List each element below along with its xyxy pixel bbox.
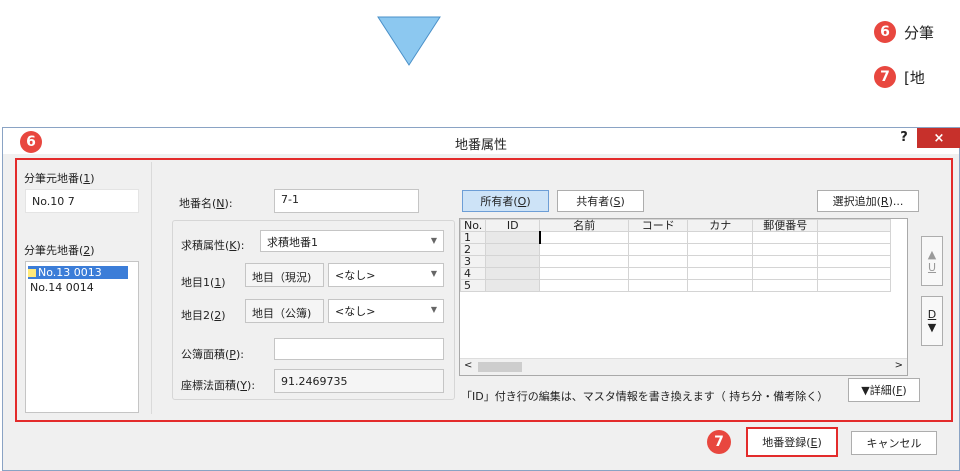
step-7-text: [地	[904, 68, 925, 87]
chimoku2-label: 地目2(2)	[181, 309, 226, 322]
yellow-marker-icon	[28, 269, 36, 277]
dest-item[interactable]: No.14 0014	[30, 281, 94, 294]
name-input[interactable]: 7-1	[274, 189, 419, 213]
table-row[interactable]: 4	[460, 267, 892, 280]
kobo-label: 公簿面積(P):	[181, 348, 244, 361]
zahyo-label: 座標法面積(Y):	[181, 379, 256, 392]
header-row: No. ID 名前 コード カナ 郵便番号	[460, 219, 892, 232]
kobo-input[interactable]	[274, 338, 444, 360]
move-down-button[interactable]: D ▼	[921, 296, 943, 346]
owners-note: 「ID」付き行の編集は、マスタ情報を書き換えます（ 持ち分・備考除く）	[461, 390, 829, 403]
help-button[interactable]: ?	[896, 130, 912, 148]
owners-table: No. ID 名前 コード カナ 郵便番号 1 2 3 4 5	[460, 219, 892, 292]
step-7-note: 7 [地	[874, 66, 925, 88]
chevron-down-icon: ▼	[430, 269, 437, 278]
down-arrow-icon: ▼	[927, 321, 937, 334]
scroll-thumb[interactable]	[478, 362, 522, 372]
owners-grid[interactable]: No. ID 名前 コード カナ 郵便番号 1 2 3 4 5 < >	[459, 218, 908, 376]
zahyo-value: 91.2469735	[274, 369, 444, 393]
dest-listbox[interactable]: No.13 0013 No.14 0014	[25, 261, 139, 413]
select-add-button[interactable]: 選択追加(R)...	[817, 190, 919, 212]
chevron-down-icon: ▼	[430, 305, 437, 314]
col-name: 名前	[539, 219, 630, 232]
detail-button[interactable]: ▼詳細(F)	[848, 378, 920, 402]
attr-label: 求積属性(K):	[181, 239, 245, 252]
source-label: 分筆元地番(1)	[24, 172, 95, 185]
table-row[interactable]: 2	[460, 243, 892, 256]
cancel-button[interactable]: キャンセル	[851, 431, 937, 455]
dialog-title: 地番属性	[454, 138, 507, 153]
col-extra	[817, 219, 892, 232]
scroll-left-icon[interactable]: <	[464, 360, 472, 371]
name-label: 地番名(N):	[179, 197, 233, 210]
down-arrow-icon	[377, 16, 441, 66]
col-postal: 郵便番号	[752, 219, 819, 232]
step-6-note: 6 分筆	[874, 21, 934, 43]
chevron-down-icon: ▼	[430, 236, 437, 245]
table-row[interactable]: 1	[460, 231, 892, 244]
close-button[interactable]: ×	[917, 128, 960, 148]
table-row[interactable]: 5	[460, 279, 892, 292]
tab-owner[interactable]: 所有者(O)	[462, 190, 549, 212]
source-value: No.10 7	[25, 189, 139, 213]
step-6-badge: 6	[874, 21, 896, 43]
footer-step-7-badge: 7	[707, 430, 731, 454]
attr-dropdown[interactable]: 求積地番1 ▼	[260, 230, 444, 252]
col-kana: カナ	[687, 219, 754, 232]
scroll-right-icon[interactable]: >	[895, 360, 903, 371]
chimoku1-label: 地目1(1)	[181, 276, 226, 289]
chimoku1-tag: 地目（現況)	[245, 263, 324, 287]
tab-co-owner[interactable]: 共有者(S)	[557, 190, 644, 212]
chimoku2-tag: 地目（公簿)	[245, 299, 324, 323]
title-bar: 地番属性 ? ×	[3, 128, 960, 154]
move-up-button[interactable]: ▲ U	[921, 236, 943, 286]
dialog-step-6-badge: 6	[20, 131, 42, 153]
step-6-text: 分筆	[904, 23, 935, 42]
table-row[interactable]: 3	[460, 255, 892, 268]
col-id: ID	[485, 219, 541, 232]
register-button[interactable]: 地番登録(E)	[746, 427, 838, 457]
col-code: コード	[628, 219, 689, 232]
chimoku2-dropdown[interactable]: <なし> ▼	[328, 299, 444, 323]
chimoku1-dropdown[interactable]: <なし> ▼	[328, 263, 444, 287]
horizontal-scrollbar[interactable]: < >	[460, 358, 907, 375]
dest-item-selected[interactable]: No.13 0013	[28, 266, 128, 279]
col-no: No.	[460, 219, 487, 232]
step-7-badge: 7	[874, 66, 896, 88]
dest-label: 分筆先地番(2)	[24, 244, 95, 257]
up-arrow-icon: ▲	[927, 248, 937, 261]
